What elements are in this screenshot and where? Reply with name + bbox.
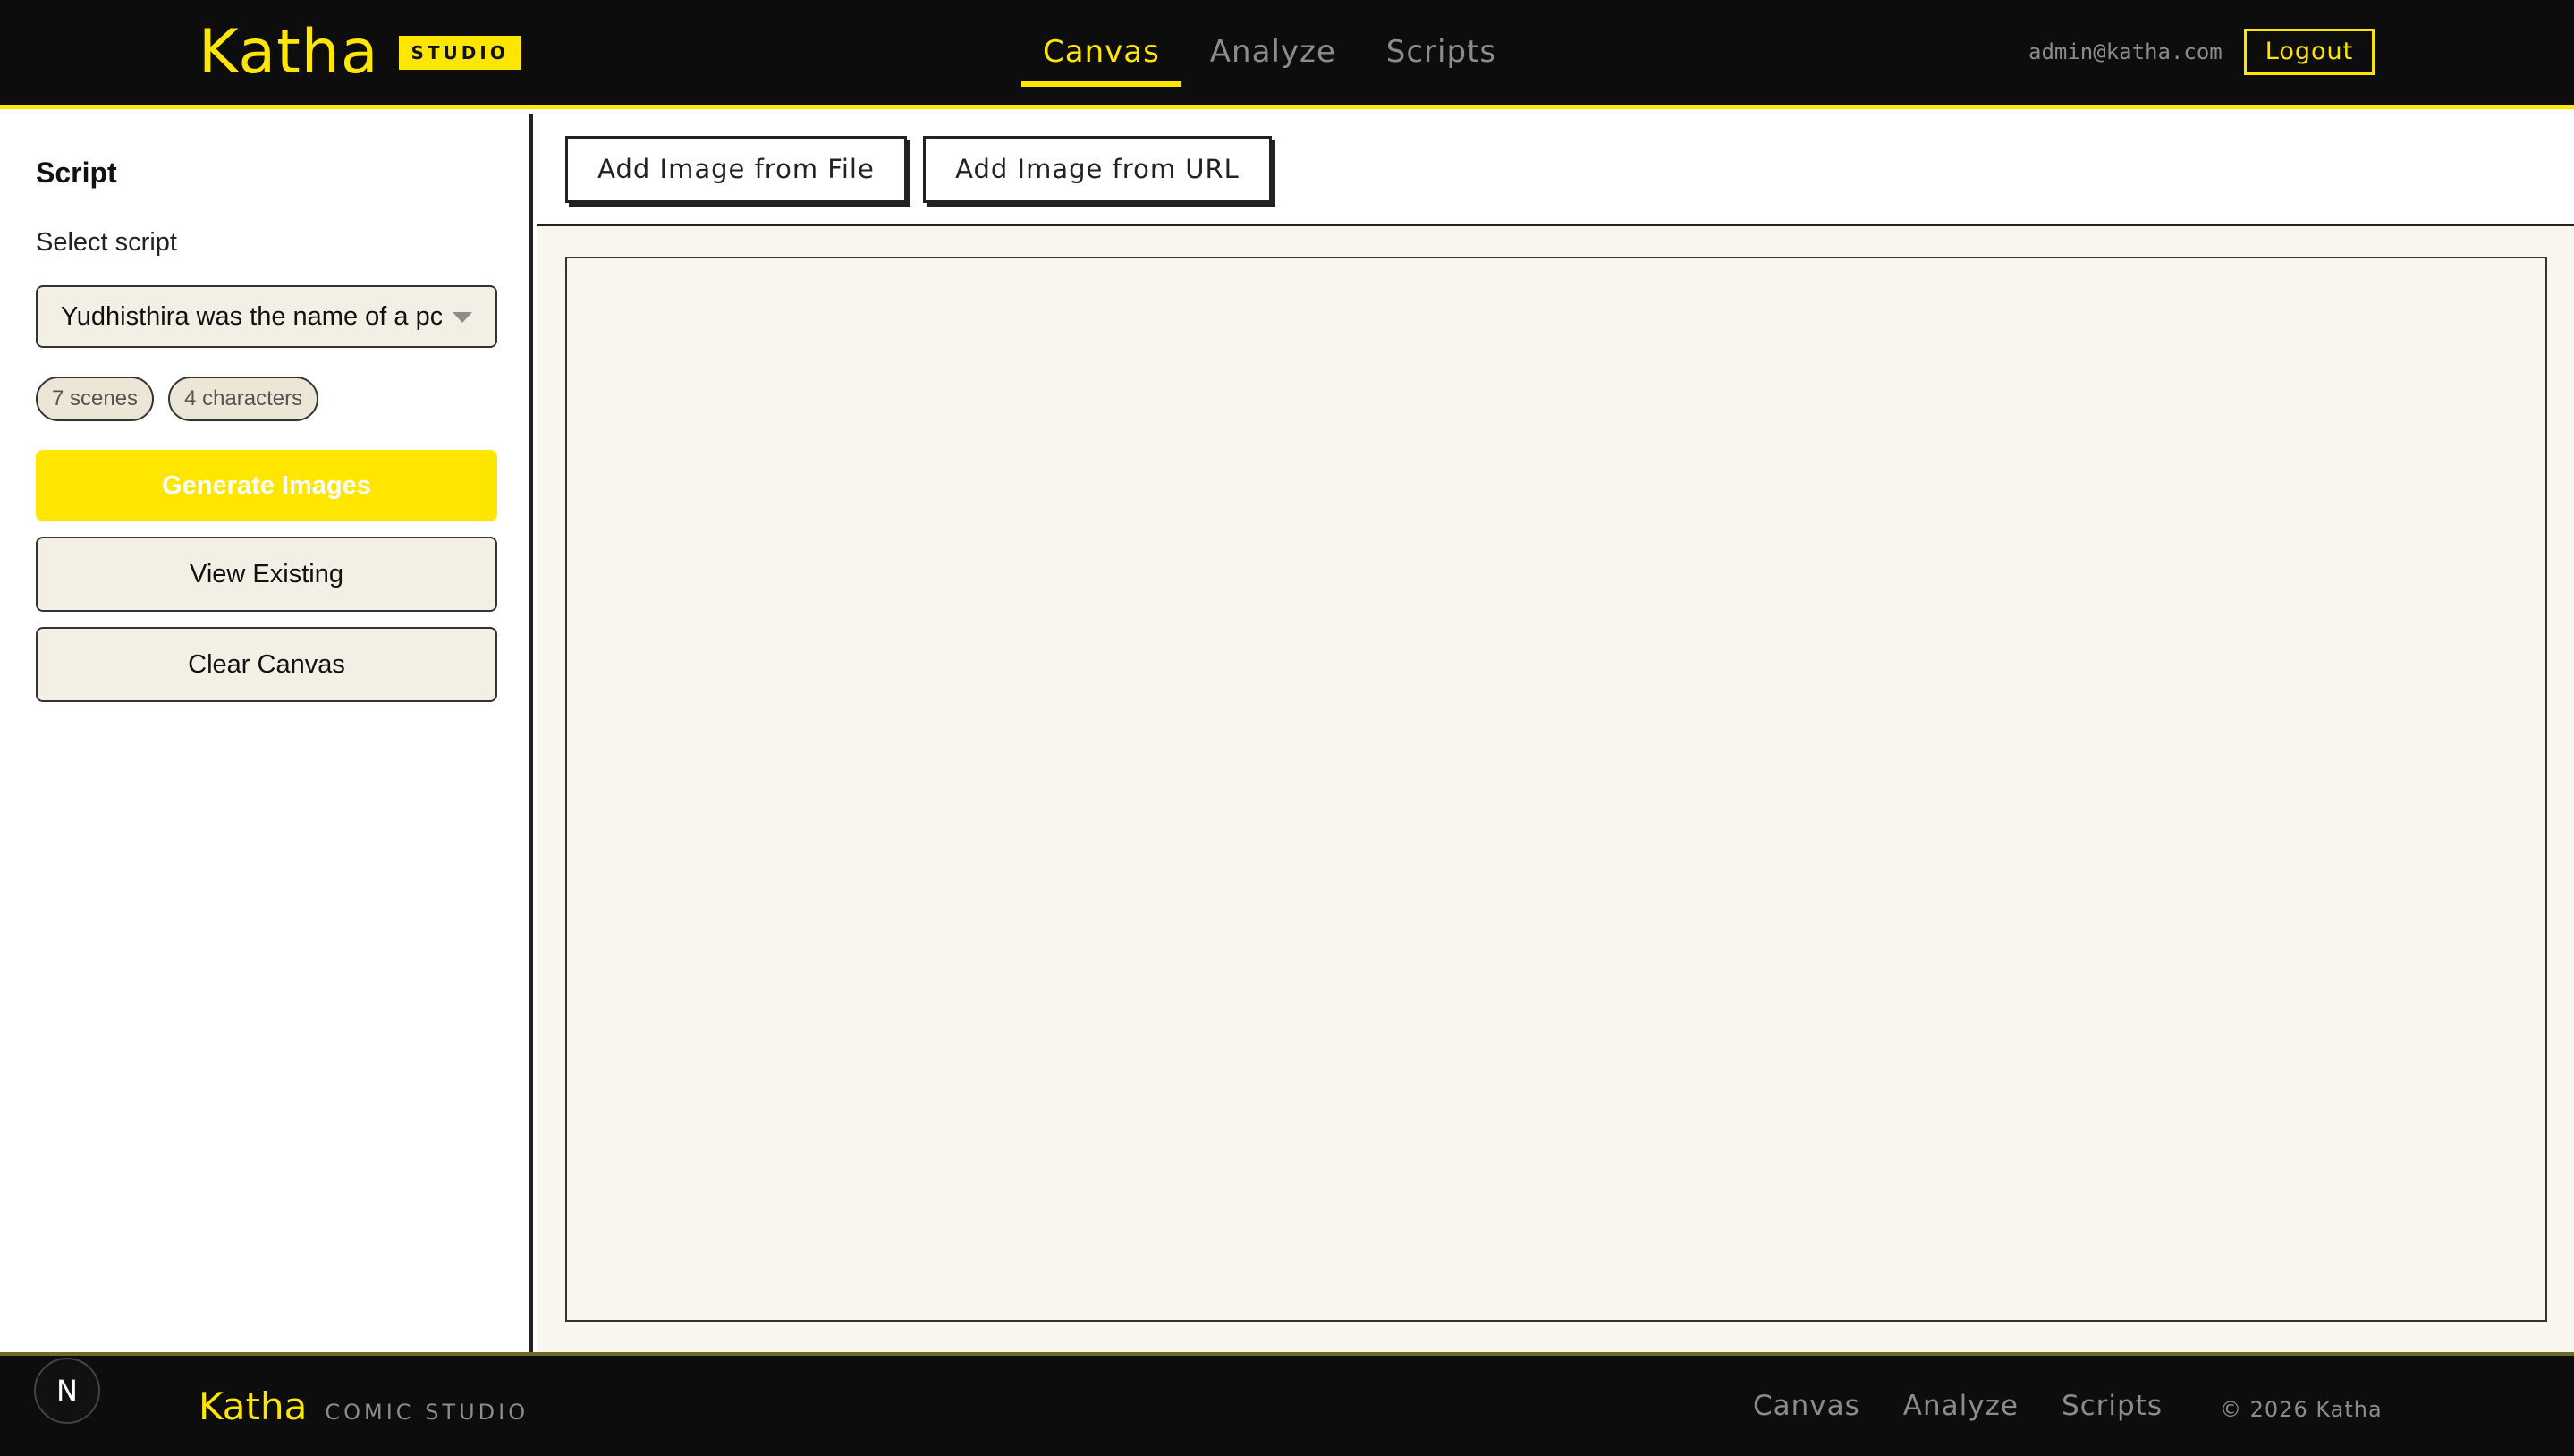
- nav-tab-analyze[interactable]: Analyze: [1189, 0, 1358, 105]
- footer-brand-sub: COMIC STUDIO: [325, 1400, 529, 1425]
- add-image-from-url-button[interactable]: Add Image from URL: [923, 136, 1272, 203]
- copyright-text: © 2026 Katha: [2220, 1397, 2383, 1422]
- footer-link-canvas[interactable]: Canvas: [1753, 1390, 1860, 1422]
- script-sidebar: Script Select script Yudhisthira was the…: [0, 114, 533, 1352]
- top-header: Katha STUDIO Canvas Analyze Scripts admi…: [0, 0, 2574, 109]
- nav-tab-canvas[interactable]: Canvas: [1021, 0, 1181, 105]
- drawing-canvas[interactable]: [565, 257, 2547, 1322]
- script-stats: 7 scenes 4 characters: [36, 377, 333, 421]
- script-select-value: Yudhisthira was the name of a pc: [61, 302, 442, 331]
- main-nav: Canvas Analyze Scripts: [1021, 0, 1525, 105]
- footer-link-analyze[interactable]: Analyze: [1903, 1390, 2019, 1422]
- brand-name: Katha: [199, 17, 379, 88]
- script-select[interactable]: Yudhisthira was the name of a pc: [36, 285, 497, 348]
- footer-link-scripts[interactable]: Scripts: [2062, 1390, 2163, 1422]
- canvas-toolbar: Add Image from File Add Image from URL: [537, 114, 2574, 226]
- canvas-workspace: Add Image from File Add Image from URL: [537, 114, 2574, 1352]
- chevron-down-icon: [453, 312, 472, 323]
- nav-tab-scripts[interactable]: Scripts: [1365, 0, 1518, 105]
- generate-images-button[interactable]: Generate Images: [36, 450, 497, 521]
- view-existing-button[interactable]: View Existing: [36, 537, 497, 612]
- logout-button[interactable]: Logout: [2244, 29, 2375, 75]
- select-script-label: Select script: [36, 228, 177, 257]
- footer-nav: Canvas Analyze Scripts: [1753, 1390, 2206, 1422]
- footer-logo: Katha COMIC STUDIO: [199, 1384, 529, 1428]
- scenes-count-badge: 7 scenes: [36, 377, 155, 421]
- dev-tools-icon[interactable]: N: [34, 1358, 100, 1424]
- footer-brand-name: Katha: [199, 1384, 308, 1428]
- sidebar-title: Script: [36, 157, 117, 189]
- clear-canvas-button[interactable]: Clear Canvas: [36, 627, 497, 702]
- add-image-from-file-button[interactable]: Add Image from File: [565, 136, 907, 203]
- studio-badge: STUDIO: [398, 36, 521, 70]
- brand-logo[interactable]: Katha STUDIO: [199, 16, 521, 89]
- user-email: admin@katha.com: [2028, 39, 2223, 64]
- page-footer: Katha COMIC STUDIO Canvas Analyze Script…: [0, 1352, 2574, 1456]
- characters-count-badge: 4 characters: [168, 377, 319, 421]
